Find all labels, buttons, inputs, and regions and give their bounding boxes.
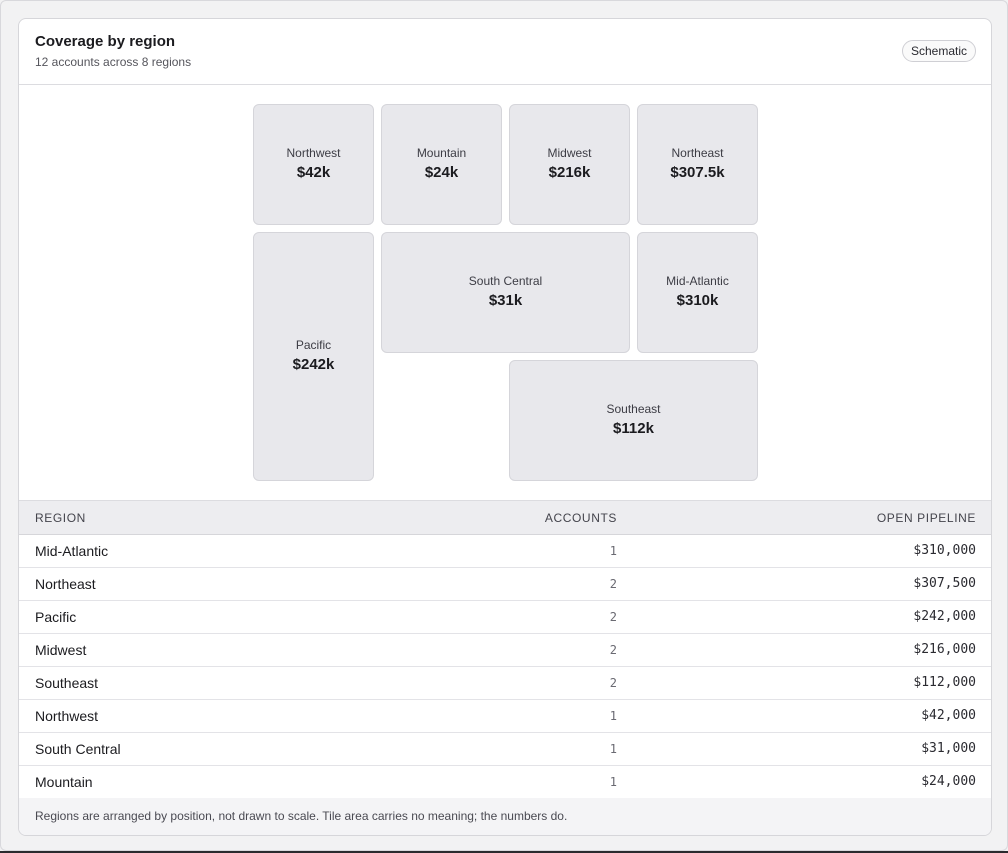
tile-mountain[interactable]: Mountain $24k — [381, 104, 502, 225]
tile-name: Midwest — [547, 146, 592, 160]
column-header-open-pipeline[interactable]: OPEN PIPELINE — [877, 511, 976, 525]
tile-name: Northwest — [286, 146, 341, 160]
cell-accounts: 2 — [609, 676, 617, 690]
tile-name: Pacific — [295, 338, 332, 352]
cell-pipeline: $242,000 — [913, 609, 976, 624]
region-tile-map: Northwest $42k Mountain $24k Midwest $21… — [19, 85, 991, 501]
cell-pipeline: $310,000 — [913, 543, 976, 558]
tile-value: $112k — [613, 420, 654, 437]
cell-region: Mid-Atlantic — [35, 543, 109, 559]
tile-south-central[interactable]: South Central $31k — [381, 232, 630, 353]
coverage-card: Coverage by region 12 accounts across 8 … — [18, 18, 992, 836]
cell-pipeline: $112,000 — [913, 675, 976, 690]
table-row[interactable]: Midwest 2 $216,000 — [19, 634, 991, 667]
cell-accounts: 1 — [609, 544, 617, 558]
tile-midwest[interactable]: Midwest $216k — [509, 104, 630, 225]
tile-value: $42k — [296, 164, 331, 181]
cell-pipeline: $307,500 — [913, 576, 976, 591]
cell-region: Mountain — [35, 774, 93, 790]
cell-accounts: 2 — [609, 643, 617, 657]
table-row[interactable]: Northeast 2 $307,500 — [19, 568, 991, 601]
card-title: Coverage by region — [35, 33, 176, 50]
cell-accounts: 2 — [609, 577, 617, 591]
tile-northeast[interactable]: Northeast $307.5k — [637, 104, 758, 225]
cell-region: Pacific — [35, 609, 77, 625]
cell-pipeline: $31,000 — [921, 741, 976, 756]
tile-name: Mid-Atlantic — [666, 274, 729, 288]
footer-note: Regions are arranged by position, not dr… — [35, 809, 568, 823]
tile-value: $310k — [676, 292, 719, 309]
cell-accounts: 1 — [609, 775, 617, 789]
tile-name: Southeast — [606, 402, 661, 416]
column-header-accounts[interactable]: ACCOUNTS — [545, 511, 617, 525]
table-row[interactable]: South Central 1 $31,000 — [19, 733, 991, 766]
tile-pacific[interactable]: Pacific $242k — [253, 232, 374, 481]
cell-region: Southeast — [35, 675, 99, 691]
tile-mid-atlantic[interactable]: Mid-Atlantic $310k — [637, 232, 758, 353]
column-header-region[interactable]: REGION — [35, 511, 86, 525]
card-header: Coverage by region 12 accounts across 8 … — [19, 19, 991, 85]
tile-southeast[interactable]: Southeast $112k — [509, 360, 758, 481]
tile-name: Mountain — [416, 146, 467, 160]
cell-accounts: 1 — [609, 709, 617, 723]
region-table: REGION ACCOUNTS OPEN PIPELINE Mid-Atlant… — [19, 500, 991, 799]
card-footer: Regions are arranged by position, not dr… — [19, 798, 991, 835]
card-subtitle: 12 accounts across 8 regions — [35, 55, 192, 69]
cell-region: Midwest — [35, 642, 87, 658]
page-frame: Coverage by region 12 accounts across 8 … — [0, 0, 1008, 851]
cell-accounts: 1 — [609, 742, 617, 756]
tile-name: Northeast — [671, 146, 724, 160]
tile-value: $216k — [548, 164, 591, 181]
table-row[interactable]: Southeast 2 $112,000 — [19, 667, 991, 700]
tile-name: South Central — [468, 274, 543, 288]
tile-northwest[interactable]: Northwest $42k — [253, 104, 374, 225]
table-row[interactable]: Pacific 2 $242,000 — [19, 601, 991, 634]
table-header: REGION ACCOUNTS OPEN PIPELINE — [19, 500, 991, 535]
table-row[interactable]: Northwest 1 $42,000 — [19, 700, 991, 733]
tile-value: $31k — [488, 292, 523, 309]
tile-value: $242k — [292, 356, 335, 373]
schematic-badge: Schematic — [901, 40, 976, 62]
cell-region: Northeast — [35, 576, 96, 592]
cell-region: South Central — [35, 741, 121, 757]
cell-pipeline: $42,000 — [921, 708, 976, 723]
cell-pipeline: $216,000 — [913, 642, 976, 657]
table-row[interactable]: Mountain 1 $24,000 — [19, 766, 991, 799]
table-row[interactable]: Mid-Atlantic 1 $310,000 — [19, 535, 991, 568]
cell-accounts: 2 — [609, 610, 617, 624]
cell-pipeline: $24,000 — [921, 774, 976, 789]
cell-region: Northwest — [35, 708, 99, 724]
tile-value: $307.5k — [670, 164, 725, 181]
tile-value: $24k — [424, 164, 459, 181]
